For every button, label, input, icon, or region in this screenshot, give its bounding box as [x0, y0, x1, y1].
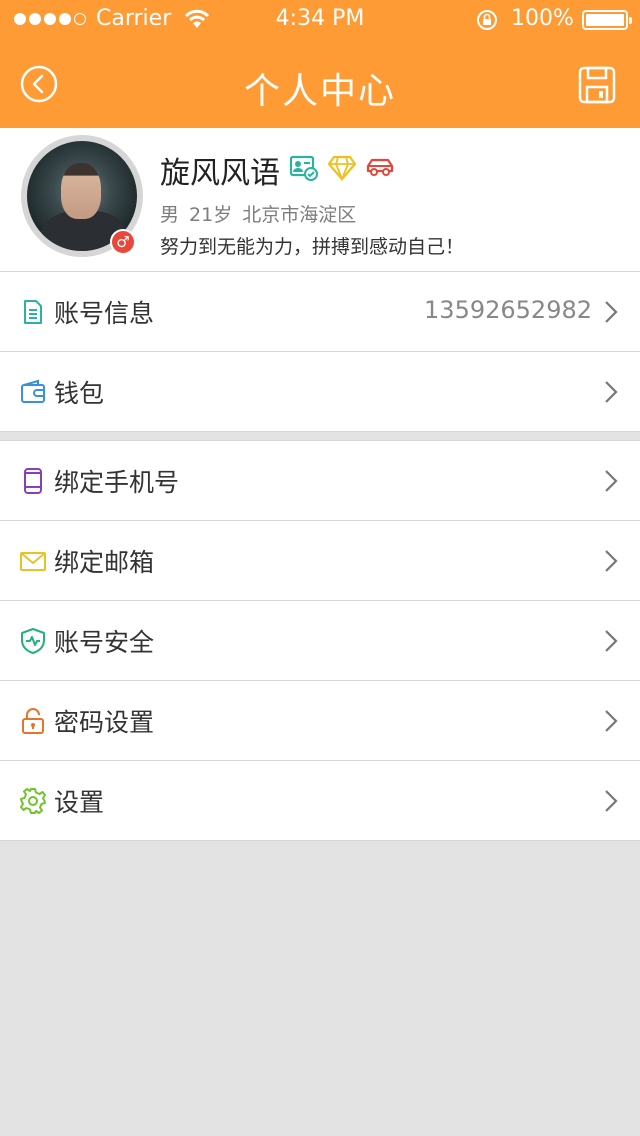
battery-percent: 100%	[511, 6, 574, 31]
mail-icon	[20, 552, 46, 571]
menu-item-label: 钱包	[54, 379, 105, 408]
user-gender: 男	[160, 204, 180, 226]
menu-item-label: 绑定邮箱	[54, 548, 155, 577]
menu-item-bind-phone[interactable]: 绑定手机号	[0, 441, 640, 521]
gender-male-icon: ♂	[110, 229, 136, 255]
id-verified-icon	[289, 152, 319, 182]
save-button[interactable]	[577, 65, 617, 105]
battery-icon	[582, 10, 632, 30]
page-title: 个人中心	[243, 71, 396, 112]
chevron-right-icon	[605, 550, 618, 572]
gear-icon	[20, 788, 46, 814]
user-age: 21岁	[189, 204, 233, 226]
menu-item-account-security[interactable]: 账号安全	[0, 601, 640, 681]
menu-item-wallet[interactable]: 钱包	[0, 352, 640, 432]
avatar[interactable]: ♂	[21, 135, 143, 257]
app-header: Carrier 4:34 PM 100% 个人中心	[0, 0, 640, 128]
menu-group-security: 绑定手机号 绑定邮箱 账号安全 密码设置 设置	[0, 440, 640, 841]
profile-card[interactable]: ♂ 旋风风语 男 21岁 北京市海淀区 努力到无能为力，拼搏到感动自己！	[0, 128, 640, 272]
orientation-lock-icon	[477, 10, 497, 30]
lock-icon	[22, 708, 44, 734]
menu-item-label: 账号安全	[54, 628, 155, 657]
user-location: 北京市海淀区	[242, 204, 357, 226]
wallet-icon	[21, 379, 45, 403]
user-meta: 男 21岁 北京市海淀区	[160, 200, 366, 227]
menu-item-settings[interactable]: 设置	[0, 761, 640, 841]
user-motto: 努力到无能为力，拼搏到感动自己！	[160, 236, 465, 258]
chevron-right-icon	[605, 710, 618, 732]
menu-group-account: 账号信息 13592652982 钱包	[0, 272, 640, 432]
menu-item-label: 密码设置	[54, 708, 155, 737]
status-bar: Carrier 4:34 PM 100%	[0, 0, 640, 40]
user-badges	[289, 152, 395, 182]
chevron-right-icon	[605, 790, 618, 812]
car-icon	[365, 152, 395, 182]
chevron-right-icon	[605, 470, 618, 492]
diamond-icon	[327, 152, 357, 182]
account-phone-value: 13592652982	[424, 296, 592, 324]
document-icon	[24, 300, 42, 324]
menu-item-label: 账号信息	[54, 299, 155, 328]
chevron-right-icon	[605, 630, 618, 652]
phone-icon	[24, 468, 42, 494]
shield-icon	[21, 628, 45, 654]
menu-item-password[interactable]: 密码设置	[0, 681, 640, 761]
menu-item-label: 设置	[54, 788, 105, 817]
menu-item-label: 绑定手机号	[54, 468, 180, 497]
user-name: 旋风风语	[160, 156, 280, 191]
menu-item-bind-email[interactable]: 绑定邮箱	[0, 521, 640, 601]
chevron-right-icon	[605, 381, 618, 403]
chevron-right-icon	[605, 301, 618, 323]
menu-item-account-info[interactable]: 账号信息 13592652982	[0, 272, 640, 352]
